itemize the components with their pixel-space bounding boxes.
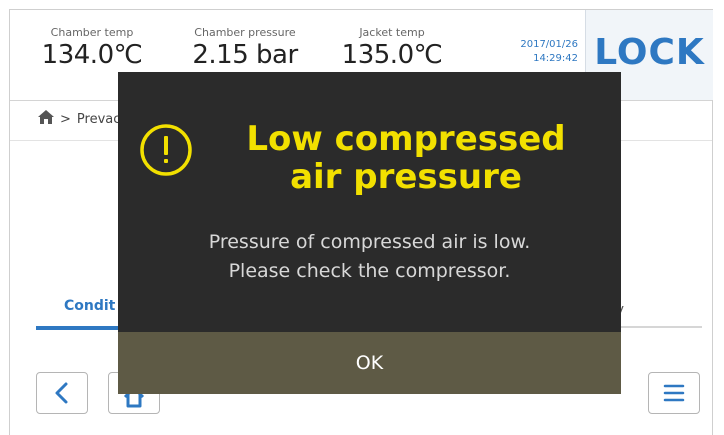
- home-outline-icon: [109, 386, 159, 417]
- jacket-temp-readout: Jacket temp 135.0℃: [332, 26, 452, 70]
- chamber-pressure-value: 2.15 bar: [192, 40, 298, 70]
- warning-exclamation-icon: [138, 122, 194, 178]
- back-button[interactable]: [36, 372, 88, 414]
- chamber-temp-readout: Chamber temp 134.0℃: [32, 26, 152, 70]
- chamber-temp-label: Chamber temp: [50, 26, 134, 39]
- alert-dialog: Low compressed air pressure Pressure of …: [118, 72, 621, 394]
- jacket-temp-value: 135.0℃: [341, 40, 443, 70]
- alert-title-line1: Low compressed: [246, 119, 566, 159]
- tab-conditions[interactable]: Condit: [64, 298, 115, 314]
- datetime-display: 2017/01/26 14:29:42: [478, 38, 578, 66]
- breadcrumb: > Prevac: [38, 110, 120, 128]
- chamber-pressure-label: Chamber pressure: [194, 26, 296, 39]
- breadcrumb-current[interactable]: Prevac: [77, 112, 120, 127]
- chamber-temp-value: 134.0℃: [41, 40, 143, 70]
- time-text: 14:29:42: [533, 53, 578, 64]
- ok-button[interactable]: OK: [118, 332, 621, 394]
- tab-active-indicator: [36, 326, 126, 330]
- chevron-left-icon: [37, 382, 87, 417]
- jacket-temp-label: Jacket temp: [359, 26, 425, 39]
- alert-message-line1: Pressure of compressed air is low.: [208, 231, 531, 253]
- alert-title-line2: air pressure: [290, 157, 522, 197]
- home-icon[interactable]: [38, 110, 54, 128]
- alert-message-line2: Please check the compressor.: [228, 260, 511, 282]
- chamber-pressure-readout: Chamber pressure 2.15 bar: [180, 26, 310, 70]
- alert-title: Low compressed air pressure: [206, 120, 606, 196]
- alert-message: Pressure of compressed air is low. Pleas…: [118, 228, 621, 286]
- lock-label: LOCK: [594, 32, 705, 73]
- breadcrumb-separator: >: [60, 111, 71, 127]
- menu-button[interactable]: [648, 372, 700, 414]
- date-text: 2017/01/26: [520, 39, 578, 50]
- hamburger-menu-icon: [649, 384, 699, 417]
